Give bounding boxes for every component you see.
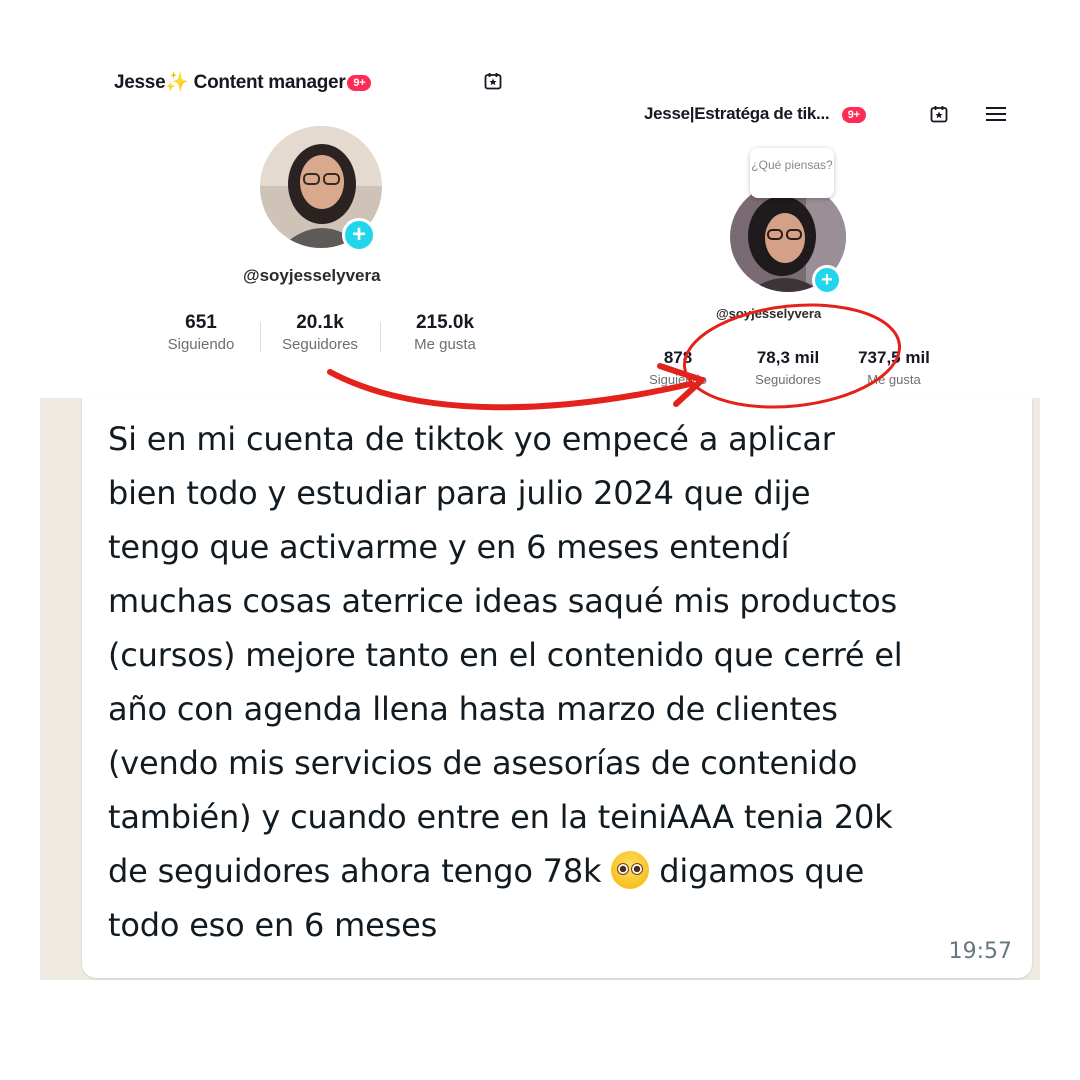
message-line: año con agenda llena hasta marzo de clie… [108,690,838,728]
follow-plus-icon[interactable]: + [342,218,376,252]
divider [380,322,381,352]
stat-likes[interactable]: 737,5 mil Me gusta [846,348,942,387]
notification-badge: 9+ [347,74,372,91]
follow-plus-icon[interactable]: + [812,265,842,295]
pleading-face-emoji [611,851,650,889]
message-line: de seguidores ahora tengo 78k digamos qu… [108,851,865,890]
message-line: bien todo y estudiar para julio 2024 que… [108,474,811,512]
stat-following[interactable]: 651 Siguiendo [156,312,246,353]
tiktok-profile-after: Jesse|Estratéga de tik... 9+ ¿Qué piensa… [620,90,1040,400]
notification-badge: 9+ [841,106,866,123]
profile-title: Jesse✨ Content manager 9+ [114,70,372,94]
stat-following[interactable]: 878 Siguiendo [638,348,718,387]
chat-message-bubble[interactable]: Si en mi cuenta de tiktok yo empecé a ap… [82,398,1032,978]
profile-handle: @soyjesselyvera [716,306,822,321]
calendar-star-icon[interactable] [930,105,948,123]
message-line: muchas cosas aterrice ideas saqué mis pr… [108,582,897,620]
message-line: Si en mi cuenta de tiktok yo empecé a ap… [108,420,835,458]
message-line: (vendo mis servicios de asesorías de con… [108,744,858,782]
menu-icon[interactable] [986,106,1006,122]
divider [260,322,261,352]
calendar-star-icon[interactable] [484,72,502,90]
message-line: también) y cuando entre en la teiniAAA t… [108,798,893,836]
profile-handle: @soyjesselyvera [243,266,381,285]
message-line: tengo que activarme y en 6 meses entendí [108,528,790,566]
stat-followers[interactable]: 78,3 mil Seguidores [738,348,838,387]
message-line: todo eso en 6 meses [108,906,438,944]
message-timestamp: 19:57 [948,939,1012,964]
chat-message-text: Si en mi cuenta de tiktok yo empecé a ap… [108,412,1008,952]
profile-title: Jesse|Estratéga de tik... 9+ [644,104,866,124]
message-line: (cursos) mejore tanto en el contenido qu… [108,636,903,674]
thoughts-bubble[interactable]: ¿Qué piensas? [750,148,834,198]
stat-followers[interactable]: 20.1k Seguidores [270,312,370,353]
tiktok-profile-before: Jesse✨ Content manager 9+ + @soyjesselyve… [100,60,530,390]
stat-likes[interactable]: 215.0k Me gusta [390,312,500,353]
